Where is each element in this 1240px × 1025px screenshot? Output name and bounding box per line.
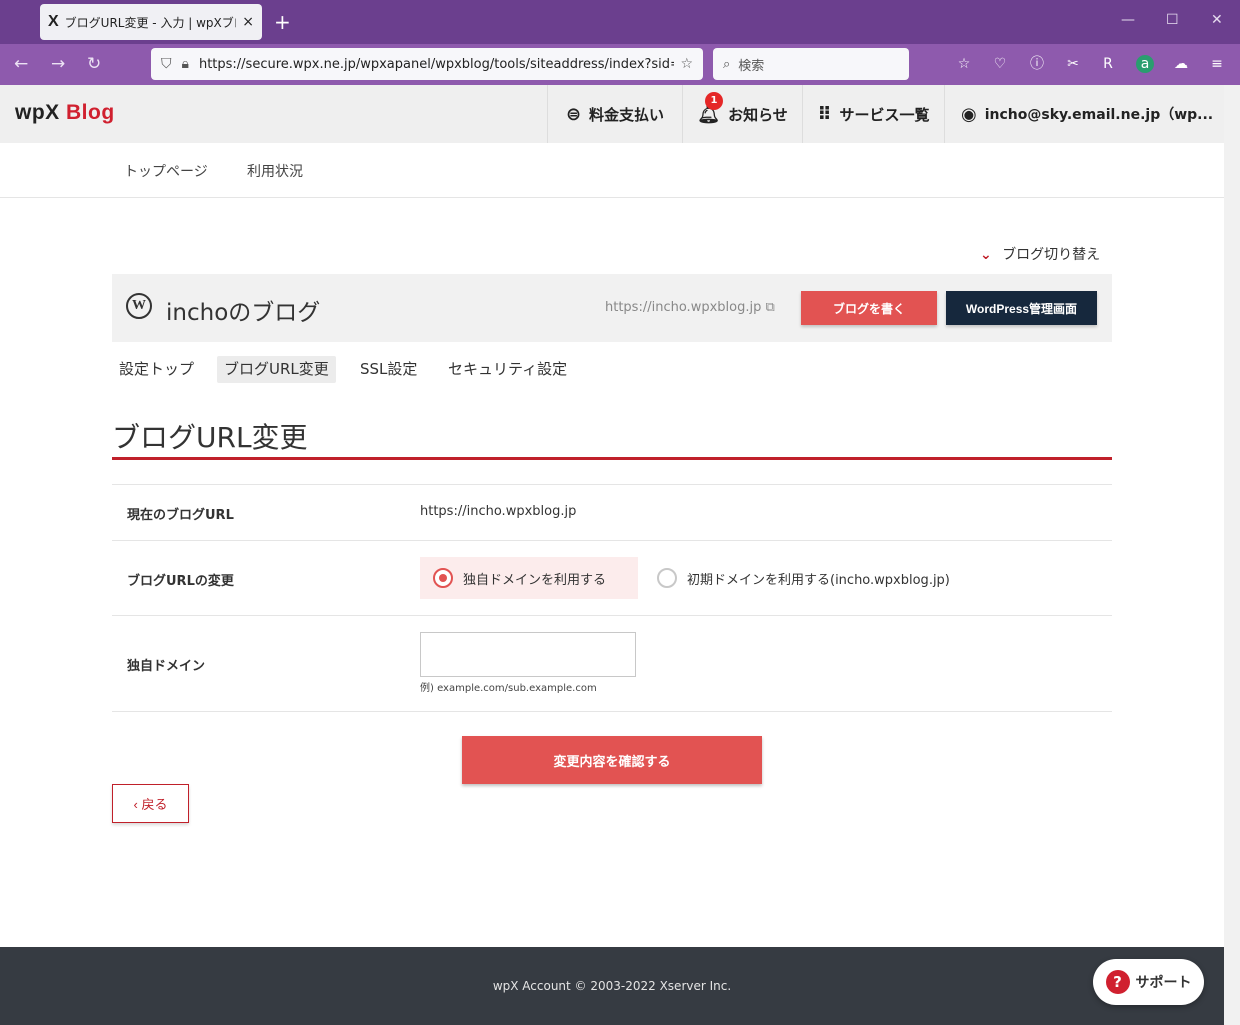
question-icon: ?	[1105, 970, 1130, 994]
search-icon: ⌕	[723, 56, 731, 72]
nav-account-label: incho@sky.email.ne.jp（wp...	[984, 107, 1214, 123]
pocket-icon[interactable]: ♡	[991, 55, 1009, 73]
support-label: サポート	[1135, 975, 1192, 991]
copyright: wpX Account © 2003-2022 Xserver Inc.	[492, 979, 732, 993]
menu-icon[interactable]: ≡	[1208, 55, 1226, 73]
a-extension-icon[interactable]: a	[1136, 55, 1154, 73]
nav-payment-label: 料金支払い	[589, 105, 665, 124]
tab-settings-top[interactable]: 設定トップ	[112, 356, 201, 383]
row-current-url: 現在のブログURL https://incho.wpxblog.jp	[112, 484, 1112, 540]
chevron-down-icon: ⌄	[980, 247, 992, 263]
current-url-label: 現在のブログURL	[127, 508, 234, 523]
yen-icon: ⊜	[565, 103, 582, 125]
back-button[interactable]: ‹ 戻る	[112, 784, 189, 823]
footer: wpX Account © 2003-2022 Xserver Inc.	[0, 947, 1224, 1025]
browser-tab[interactable]: X ブログURL変更 - 入力 | wpXブログ ×	[40, 4, 262, 40]
custom-domain-input[interactable]	[420, 632, 636, 677]
radio-unselected-icon	[657, 568, 677, 588]
page-title: ブログURL変更	[112, 421, 308, 454]
tab-ssl-settings[interactable]: SSL設定	[353, 356, 424, 383]
address-bar[interactable]: ⛉ 🔒︎ https://secure.wpx.ne.jp/wpxapanel/…	[151, 48, 703, 80]
wordpress-icon: W	[126, 293, 152, 319]
back-button-label: 戻る	[141, 797, 168, 812]
blog-url-link[interactable]: https://incho.wpxblog.jp ⧉	[605, 300, 775, 315]
write-blog-button[interactable]: ブログを書く	[801, 291, 937, 325]
bookmark-star-icon[interactable]: ☆	[680, 56, 693, 72]
row-custom-domain: 独自ドメイン 例) example.com/sub.example.com	[112, 615, 1112, 712]
title-divider	[112, 457, 1112, 460]
forward-arrow-icon[interactable]: →	[51, 54, 65, 74]
subnav-usage[interactable]: 利用状況	[247, 161, 303, 181]
tab-close-icon[interactable]: ×	[242, 14, 254, 30]
brand-blog: Blog	[66, 101, 115, 124]
radio-default-domain[interactable]: 初期ドメインを利用する(incho.wpxblog.jp)	[657, 557, 950, 599]
radio-custom-domain[interactable]: 独自ドメインを利用する	[420, 557, 638, 599]
support-button[interactable]: ? サポート	[1093, 959, 1204, 1005]
tab-blog-url-change[interactable]: ブログURL変更	[217, 356, 336, 383]
shield-icon[interactable]: ⛉	[161, 56, 172, 72]
radio-selected-icon	[433, 568, 453, 588]
confirm-changes-button[interactable]: 変更内容を確認する	[462, 736, 762, 784]
user-icon: ◉	[961, 103, 977, 125]
brand-logo[interactable]: wpX Blog	[15, 101, 115, 125]
wordpress-admin-button[interactable]: WordPress管理画面	[946, 291, 1097, 325]
subnav: トップページ 利用状況	[0, 143, 1224, 198]
cloud-icon[interactable]: ☁	[1172, 55, 1190, 73]
grid-icon: ⠿	[817, 103, 832, 125]
browser-tab-bar: X ブログURL変更 - 入力 | wpXブログ × + — ☐ ✕	[0, 0, 1240, 44]
new-tab-button[interactable]: +	[274, 10, 291, 34]
nav-account[interactable]: ◉ incho@sky.email.ne.jp（wp...	[944, 85, 1224, 143]
blog-switch[interactable]: ⌄ ブログ切り替え	[980, 244, 1100, 264]
scrollbar[interactable]	[1224, 85, 1240, 1025]
subnav-top-page[interactable]: トップページ	[124, 161, 208, 181]
tab-title: ブログURL変更 - 入力 | wpXブログ	[64, 15, 237, 30]
brand-wpx: wpX	[15, 101, 60, 124]
browser-search-box[interactable]: ⌕ 検索	[713, 48, 909, 80]
site-header: wpX Blog ⊜ 料金支払い 🔔︎ 1 お知らせ ⠿ サービス一覧 ◉ in…	[0, 85, 1224, 143]
nav-services-label: サービス一覧	[839, 105, 930, 124]
blog-switch-label: ブログ切り替え	[1002, 247, 1101, 263]
custom-domain-label: 独自ドメイン	[127, 659, 206, 674]
blog-url-text: https://incho.wpxblog.jp	[605, 300, 762, 315]
screenshot-icon[interactable]: ✂	[1064, 55, 1082, 73]
window-close-button[interactable]: ✕	[1211, 12, 1223, 28]
address-url: https://secure.wpx.ne.jp/wpxapanel/wpxbl…	[198, 56, 675, 72]
radio-custom-domain-label: 独自ドメインを利用する	[463, 572, 607, 588]
external-link-icon: ⧉	[765, 300, 775, 315]
tab-security-settings[interactable]: セキュリティ設定	[441, 356, 574, 383]
nav-payment[interactable]: ⊜ 料金支払い	[547, 85, 682, 143]
extension-icon[interactable]: ☆	[955, 55, 973, 73]
row-url-change: ブログURLの変更 独自ドメインを利用する 初期ドメインを利用する(incho.…	[112, 540, 1112, 615]
current-url-value: https://incho.wpxblog.jp	[420, 504, 577, 519]
nav-services[interactable]: ⠿ サービス一覧	[802, 85, 944, 143]
maximize-button[interactable]: ☐	[1166, 12, 1179, 28]
custom-domain-hint: 例) example.com/sub.example.com	[420, 683, 597, 694]
url-change-label: ブログURLの変更	[127, 574, 234, 589]
back-arrow-icon[interactable]: ←	[14, 54, 28, 74]
radio-default-domain-label: 初期ドメインを利用する(incho.wpxblog.jp)	[687, 572, 950, 588]
notification-badge: 1	[705, 92, 723, 110]
blog-name: inchoのブログ	[166, 300, 321, 326]
nav-notifications[interactable]: 🔔︎ 1 お知らせ	[682, 85, 802, 143]
lock-icon[interactable]: 🔒︎	[182, 56, 189, 72]
minimize-button[interactable]: —	[1121, 12, 1135, 28]
info-extension-icon[interactable]: ⓘ	[1028, 55, 1046, 73]
nav-notifications-label: お知らせ	[728, 105, 788, 124]
search-placeholder: 検索	[738, 58, 765, 74]
reload-icon[interactable]: ↻	[87, 54, 101, 74]
site-favicon-icon: X	[48, 13, 59, 30]
rw-extension-icon[interactable]: R	[1099, 55, 1117, 73]
blog-bar: W inchoのブログ https://incho.wpxblog.jp ⧉ ブ…	[112, 274, 1112, 342]
